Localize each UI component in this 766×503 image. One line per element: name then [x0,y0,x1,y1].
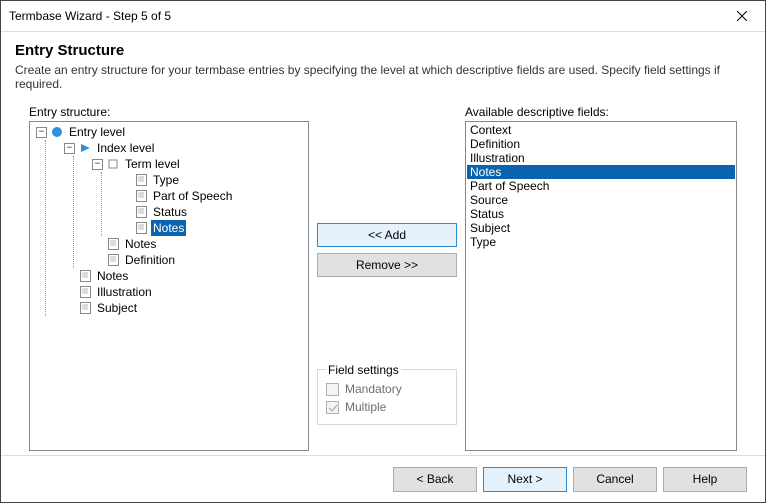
tree-field-pos[interactable]: Part of Speech [120,188,306,204]
term-level-icon [106,157,120,171]
tree-label: Definition [123,252,177,268]
tree-field-notes-index[interactable]: Notes [92,236,306,252]
field-icon [106,253,120,267]
close-icon [737,11,747,21]
remove-button[interactable]: Remove >> [317,253,457,277]
tree-label: Type [151,172,181,188]
checkbox-label: Multiple [345,400,386,414]
entry-structure-col: Entry structure: − Entry level [29,105,309,451]
available-item[interactable]: Definition [467,137,735,151]
field-settings-group: Field settings Mandatory Multiple [317,369,457,425]
field-icon [78,301,92,315]
tree-field-definition[interactable]: Definition [92,252,306,268]
collapse-icon[interactable]: − [64,143,75,154]
field-icon [106,237,120,251]
tree-label: Entry level [67,124,127,140]
tree-field-notes-entry[interactable]: Notes [64,268,306,284]
index-level-icon [78,141,92,155]
entry-structure-tree[interactable]: − Entry level − Index level [29,121,309,451]
field-settings-title: Field settings [326,363,401,377]
multiple-checkbox[interactable]: Multiple [326,398,448,416]
tree-field-type[interactable]: Type [120,172,306,188]
cancel-button[interactable]: Cancel [573,467,657,492]
tree-label: Part of Speech [151,188,234,204]
tree-label: Subject [95,300,139,316]
tree-entry-level[interactable]: − Entry level [36,124,306,140]
tree-field-illustration[interactable]: Illustration [64,284,306,300]
field-icon [134,221,148,235]
checkbox-icon [326,383,339,396]
tree-label: Notes [151,220,186,236]
page-description: Create an entry structure for your termb… [15,63,751,91]
available-fields-label: Available descriptive fields: [465,105,737,119]
entry-structure-label: Entry structure: [29,105,309,119]
collapse-icon[interactable]: − [36,127,47,138]
available-item[interactable]: Type [467,235,735,249]
field-icon [134,173,148,187]
next-button[interactable]: Next > [483,467,567,492]
add-button[interactable]: << Add [317,223,457,247]
back-button[interactable]: < Back [393,467,477,492]
help-button[interactable]: Help [663,467,747,492]
wizard-footer: < Back Next > Cancel Help [1,455,765,502]
available-item[interactable]: Status [467,207,735,221]
checkbox-icon [326,401,339,414]
available-fields-list[interactable]: ContextDefinitionIllustrationNotesPart o… [465,121,737,451]
tree-root: − Entry level − Index level [30,122,308,318]
window-title: Termbase Wizard - Step 5 of 5 [9,9,719,23]
page-header: Entry Structure Create an entry structur… [1,32,765,105]
tree-field-status[interactable]: Status [120,204,306,220]
tree-field-notes-term[interactable]: Notes [120,220,306,236]
middle-col: << Add Remove >> Field settings Mandator… [317,105,457,451]
tree-label: Status [151,204,189,220]
tree-label: Term level [123,156,182,172]
available-item[interactable]: Illustration [467,151,735,165]
tree-label: Index level [95,140,156,156]
page-heading: Entry Structure [15,42,751,59]
field-icon [78,269,92,283]
wizard-body: Entry structure: − Entry level [1,105,765,455]
tree-label: Notes [123,236,158,252]
close-button[interactable] [719,4,765,28]
field-icon [134,189,148,203]
available-item[interactable]: Context [467,123,735,137]
mandatory-checkbox[interactable]: Mandatory [326,380,448,398]
field-icon [78,285,92,299]
tree-index-level[interactable]: − Index level [64,140,306,156]
wizard-window: Termbase Wizard - Step 5 of 5 Entry Stru… [0,0,766,503]
tree-label: Notes [95,268,130,284]
titlebar: Termbase Wizard - Step 5 of 5 [1,1,765,32]
checkbox-label: Mandatory [345,382,402,396]
available-item[interactable]: Notes [467,165,735,179]
available-item[interactable]: Part of Speech [467,179,735,193]
available-fields-col: Available descriptive fields: ContextDef… [465,105,737,451]
tree-term-level[interactable]: − Term level [92,156,306,172]
available-item[interactable]: Source [467,193,735,207]
field-icon [134,205,148,219]
available-item[interactable]: Subject [467,221,735,235]
collapse-icon[interactable]: − [92,159,103,170]
entry-level-icon [50,125,64,139]
tree-label: Illustration [95,284,154,300]
tree-field-subject[interactable]: Subject [64,300,306,316]
